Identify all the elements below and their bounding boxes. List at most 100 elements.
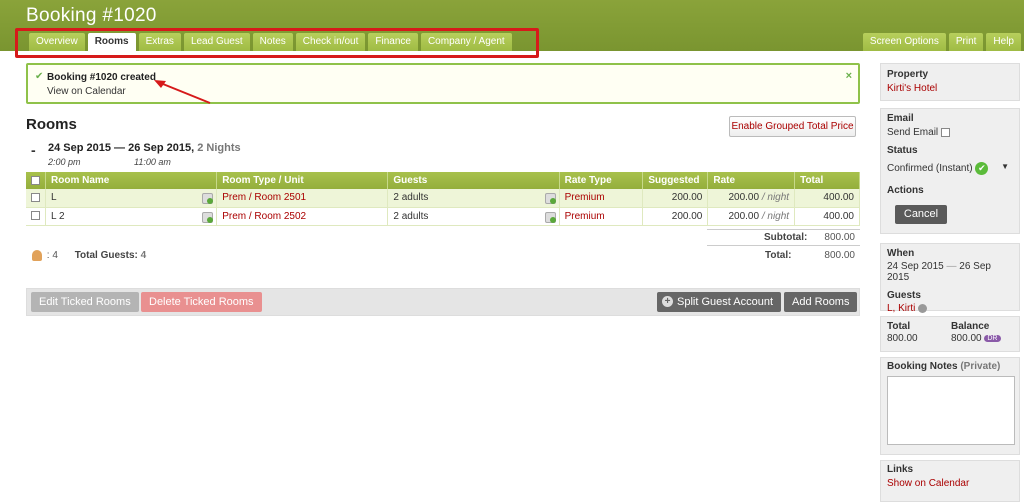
total-value: 800.00 [824, 250, 855, 261]
arrow-annotation-icon [154, 80, 211, 104]
subtotal-label: Subtotal: [764, 232, 808, 243]
send-email-checkbox[interactable] [941, 127, 951, 137]
balance-row: 800.00 DR [951, 333, 1001, 344]
total-guests-value: 4 [140, 250, 147, 262]
checkin-time: 2:00 pm [48, 157, 81, 167]
nights-count: 2 Nights [197, 142, 241, 154]
rate-type-link[interactable]: Premium [565, 192, 605, 203]
booking-notes-textarea[interactable] [887, 376, 1015, 445]
room-type-link[interactable]: Prem / Room 2501 [222, 192, 306, 203]
balance-label: Balance [951, 321, 990, 332]
rate-type-cell: Premium [559, 207, 644, 226]
select-all-checkbox[interactable] [31, 175, 40, 185]
room-name-cell: L 2 [45, 207, 218, 226]
total-guests-label: Total Guests: [74, 250, 138, 262]
cancel-booking-button[interactable]: Cancel [895, 205, 947, 224]
show-on-calendar-link[interactable]: Show on Calendar [887, 478, 1013, 489]
when-from: 24 Sep 2015 [887, 261, 944, 272]
close-icon[interactable]: × [846, 70, 852, 82]
when-panel: When 24 Sep 2015 — 26 Sep 2015 Guests L,… [880, 243, 1020, 314]
col-rate: Rate [707, 172, 796, 189]
guest-icon-count: : 4 [46, 250, 58, 262]
balance-panel: Total 800.00 Balance 800.00 DR [880, 316, 1020, 352]
status-label: Status [887, 145, 918, 156]
check-icon: ✔ [35, 71, 44, 82]
actions-label: Actions [887, 185, 924, 196]
status-value: Confirmed (Instant) [887, 163, 973, 175]
suggested-value: 200.00 [642, 189, 709, 208]
table-header-row: Room Name Room Type / Unit Guests Rate T… [26, 172, 860, 189]
guest-row: L, Kirti [887, 303, 1013, 314]
col-guests: Guests [387, 172, 560, 189]
col-room-type: Room Type / Unit [216, 172, 389, 189]
edit-guests-icon[interactable] [544, 211, 556, 223]
room-type-cell: Prem / Room 2502 [216, 207, 389, 226]
room-name: L [51, 192, 57, 204]
property-panel: Property Kirti's Hotel [880, 63, 1020, 101]
row-total: 400.00 [794, 189, 860, 208]
table-row: L Prem / Room 2501 2 adults Premium 200.… [26, 189, 860, 208]
notes-private-label: (Private) [960, 361, 1001, 372]
rate-value: 200.00 [728, 192, 760, 204]
guests-value: 2 adults [393, 210, 429, 222]
row-checkbox[interactable] [31, 193, 40, 203]
rate-per: / night [761, 210, 790, 222]
select-all-cell [26, 172, 46, 189]
total-label: Total: [765, 250, 792, 261]
total-value: 800.00 [887, 333, 918, 344]
when-label: When [887, 248, 915, 259]
property-link[interactable]: Kirti's Hotel [887, 83, 1013, 94]
status-select[interactable]: Confirmed (Instant) ✔ ▼ [887, 162, 1013, 175]
notes-heading: Booking Notes (Private) [887, 361, 1013, 372]
rate-per: / night [761, 192, 790, 204]
email-status-panel: Email Send Email Status Confirmed (Insta… [880, 108, 1020, 234]
delete-ticked-rooms-button[interactable]: Delete Ticked Rooms [141, 292, 262, 312]
enable-grouped-total-button[interactable]: Enable Grouped Total Price [729, 116, 856, 137]
subtotal-row: Subtotal: 800.00 [707, 229, 860, 244]
edit-room-name-icon[interactable] [202, 211, 214, 223]
rooms-action-bar: Edit Ticked Rooms Delete Ticked Rooms Sp… [26, 288, 860, 316]
rate-type-link[interactable]: Premium [565, 211, 605, 222]
rate-value: 200.00 [728, 210, 760, 222]
send-email-row: Send Email [887, 127, 1013, 138]
print-button[interactable]: Print [948, 33, 984, 51]
table-row: L 2 Prem / Room 2502 2 adults Premium 20… [26, 207, 860, 226]
screen-options-button[interactable]: Screen Options [862, 33, 946, 51]
row-checkbox[interactable] [31, 211, 40, 221]
guest-info-icon[interactable] [918, 303, 928, 313]
room-type-cell: Prem / Room 2501 [216, 189, 389, 208]
debit-badge: DR [984, 334, 1001, 342]
edit-room-name-icon[interactable] [202, 193, 214, 204]
links-panel: Links Show on Calendar [880, 460, 1020, 502]
col-suggested: Suggested [642, 172, 709, 189]
date-range: 24 Sep 2015 — 26 Sep 2015, 2 Nights [48, 142, 241, 154]
property-label: Property [887, 69, 929, 80]
guests-cell: 2 adults [387, 189, 560, 208]
total-label: Total [887, 321, 911, 332]
add-rooms-button[interactable]: Add Rooms [784, 292, 858, 312]
view-on-calendar-link[interactable]: View on Calendar [47, 86, 126, 97]
chevron-down-icon: ▼ [1001, 162, 1009, 171]
person-icon [32, 250, 42, 261]
page-title: Booking #1020 [26, 5, 157, 26]
room-name-cell: L [45, 189, 218, 208]
room-type-link[interactable]: Prem / Room 2502 [222, 211, 306, 222]
edit-guests-icon[interactable] [544, 193, 556, 204]
total-row: Total: 800.00 [707, 245, 860, 261]
right-tab-bar: Screen Options Print Help [860, 33, 1021, 51]
rate-cell: 200.00 / night [707, 189, 796, 208]
row-checkbox-cell [26, 207, 46, 226]
help-button[interactable]: Help [986, 33, 1021, 51]
when-separator: — [946, 261, 957, 272]
guest-name-link[interactable]: L, Kirti [887, 303, 915, 314]
guests-label: Guests [887, 290, 921, 301]
split-guest-account-button[interactable]: Split Guest Account [657, 292, 781, 312]
confirmed-check-icon: ✔ [975, 162, 989, 175]
row-total: 400.00 [794, 207, 860, 226]
edit-ticked-rooms-button[interactable]: Edit Ticked Rooms [31, 292, 139, 312]
booking-notes-panel: Booking Notes (Private) [880, 357, 1020, 455]
links-label: Links [887, 464, 914, 475]
when-range: 24 Sep 2015 — 26 Sep 2015 [887, 261, 1013, 283]
collapse-toggle[interactable]: - [31, 142, 36, 158]
send-email-label: Send Email [887, 127, 939, 138]
